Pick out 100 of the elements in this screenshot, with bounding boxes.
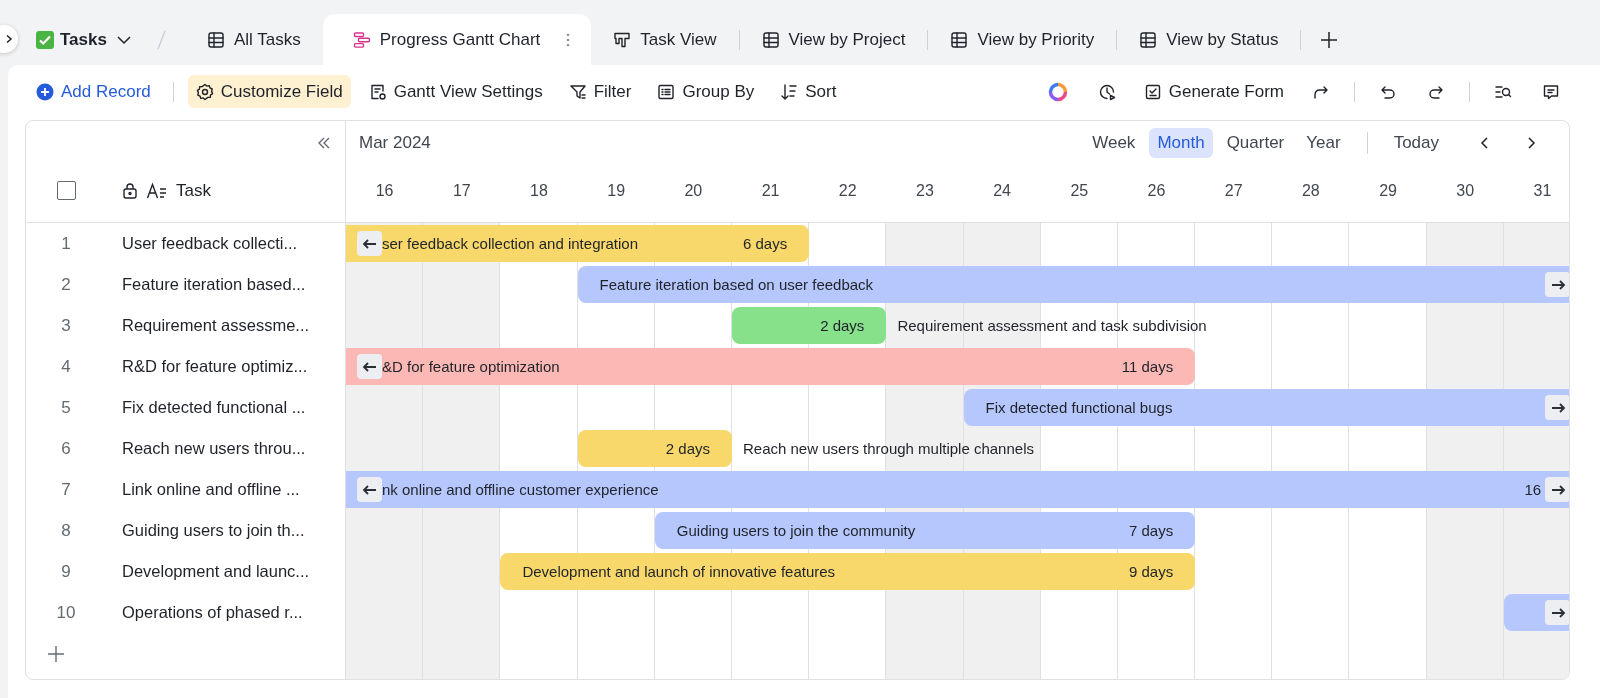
task-cell[interactable]: R&D for feature optimiz... — [106, 357, 308, 376]
add-record-button[interactable]: Add Record — [28, 75, 159, 108]
time-scale-tab[interactable]: Quarter — [1218, 128, 1293, 158]
task-bar[interactable] — [963, 389, 1569, 426]
bar-label: Feature iteration based on user feedback — [599, 276, 875, 293]
duration-label: 2 days — [665, 440, 710, 457]
bar-label: ser feedback collection and integration — [382, 235, 639, 252]
duration-label: 2 days — [820, 317, 865, 334]
view-tab[interactable]: Progress Gantt Chart — [322, 14, 592, 65]
task-bar[interactable] — [346, 348, 1196, 385]
row-number: 8 — [61, 520, 71, 541]
scroll-left-button[interactable] — [357, 477, 382, 502]
chevron-right-icon — [4, 34, 14, 44]
day-label: 24 — [993, 181, 1011, 199]
row-number: 2 — [61, 274, 71, 295]
grid-icon — [761, 30, 780, 49]
task-cell[interactable]: Feature iteration based... — [106, 275, 306, 294]
task-bar[interactable] — [346, 225, 810, 262]
sort-button[interactable]: Sort — [772, 75, 845, 108]
row-number: 9 — [61, 561, 71, 582]
column-header[interactable]: Task — [176, 180, 211, 201]
list-icon — [657, 82, 676, 101]
task-cell[interactable]: Requirement assessme... — [106, 316, 310, 335]
bar-label: Development and launch of innovative features — [522, 563, 837, 580]
day-label: 18 — [530, 181, 548, 199]
day-label: 17 — [452, 181, 471, 199]
task-cell[interactable]: Reach new users throu... — [106, 439, 306, 458]
customize-field-button[interactable]: Customize Field — [187, 75, 351, 108]
add-view-icon[interactable] — [1319, 30, 1340, 50]
view-tab[interactable]: All Tasks — [184, 14, 323, 65]
group-by-button[interactable]: Group By — [649, 75, 763, 108]
scroll-left-button[interactable] — [357, 354, 382, 379]
more-icon — [565, 31, 572, 48]
filter-icon — [568, 82, 587, 101]
grid-icon — [950, 30, 969, 49]
filter-button[interactable]: Filter — [560, 75, 640, 108]
board-icon — [613, 30, 632, 49]
text-field-icon — [146, 181, 168, 200]
row-number: 1 — [61, 233, 71, 254]
add-icon — [36, 82, 54, 101]
sort-icon — [780, 82, 799, 101]
check-icon — [36, 30, 54, 49]
day-label: 21 — [761, 181, 780, 199]
grid-icon — [206, 30, 225, 49]
bar-label: Fix detected functional bugs — [985, 399, 1174, 416]
scroll-right-button[interactable] — [1545, 477, 1569, 502]
view-tab[interactable]: View by Priority — [928, 14, 1117, 65]
time-scale-tab[interactable]: Week — [1084, 128, 1144, 158]
table-switcher[interactable]: Tasks — [36, 14, 133, 65]
scroll-right-button[interactable] — [1545, 395, 1569, 420]
scroll-left-button[interactable] — [357, 231, 382, 256]
comment-icon[interactable] — [1542, 82, 1560, 101]
bar-label: Guiding users to join the community — [676, 522, 917, 539]
bar-label: Reach new users through multiple channels — [743, 440, 1034, 457]
day-label: 19 — [607, 181, 626, 199]
view-tab[interactable]: View by Status — [1117, 14, 1301, 65]
day-label: 20 — [684, 181, 703, 199]
month-label: Mar 2024 — [359, 133, 431, 153]
time-scale-tab[interactable]: Month — [1149, 128, 1213, 158]
view-tab[interactable]: Task View — [591, 14, 739, 65]
today-button[interactable]: Today — [1385, 128, 1447, 158]
day-label: 28 — [1301, 181, 1320, 199]
view-tab[interactable]: View by Project — [739, 14, 928, 65]
row-number: 5 — [61, 397, 71, 418]
bar-label: nk online and offline customer experience — [382, 481, 660, 498]
task-cell[interactable]: Link online and offline ... — [106, 480, 300, 499]
row-number: 4 — [61, 356, 71, 377]
row-number: 7 — [61, 479, 71, 500]
generate-form-button[interactable]: Generate Form — [1135, 75, 1292, 108]
row-number: 6 — [61, 438, 71, 459]
day-label: 25 — [1070, 181, 1089, 199]
day-label: 31 — [1533, 181, 1552, 199]
day-label: 22 — [838, 181, 857, 199]
gear-icon — [195, 82, 214, 101]
row-number: 3 — [61, 315, 71, 336]
bar-label: Requirement assessment and task subdivision — [897, 317, 1207, 334]
settings-icon — [368, 82, 387, 101]
duration-label: 7 days — [1129, 522, 1174, 539]
day-label: 16 — [375, 181, 394, 199]
scroll-right-button[interactable] — [1545, 272, 1569, 297]
task-bar[interactable] — [500, 553, 1196, 590]
ring-icon[interactable] — [1047, 81, 1068, 102]
task-bar[interactable] — [654, 512, 1196, 549]
day-label: 26 — [1147, 181, 1166, 199]
duration-label: 9 days — [1128, 563, 1174, 580]
bar-label: &D for feature optimization — [382, 358, 561, 375]
day-label: 30 — [1456, 181, 1475, 199]
task-cell[interactable]: Operations of phased r... — [106, 603, 303, 622]
clock-icon[interactable] — [1097, 82, 1116, 101]
task-cell[interactable]: Fix detected functional ... — [106, 398, 306, 417]
day-label: 27 — [1224, 181, 1243, 199]
task-cell[interactable]: Guiding users to join th... — [106, 521, 305, 540]
scroll-right-button[interactable] — [1545, 600, 1569, 625]
grid-icon — [1139, 30, 1158, 49]
time-scale-tab[interactable]: Year — [1298, 128, 1349, 158]
view-settings-button[interactable]: Gantt View Settings — [360, 75, 551, 108]
select-all-checkbox[interactable] — [56, 181, 76, 200]
task-cell[interactable]: User feedback collecti... — [106, 234, 298, 253]
task-cell[interactable]: Development and launc... — [106, 562, 310, 581]
add-row-icon[interactable] — [46, 643, 66, 664]
